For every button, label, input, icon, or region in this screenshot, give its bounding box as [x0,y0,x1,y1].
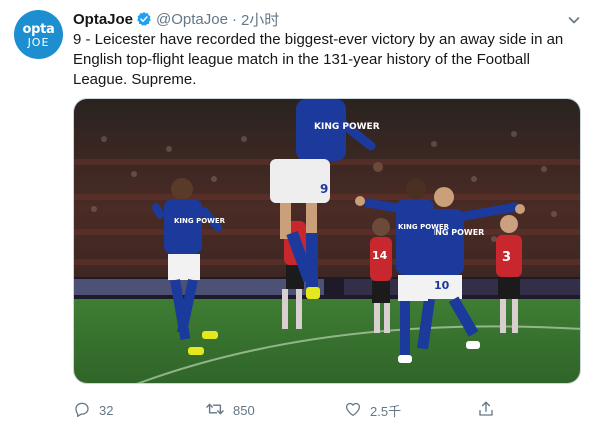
kit-sponsor-centre: KING POWER [314,122,380,132]
avatar-logo-subtext: JOE [27,35,50,49]
display-name[interactable]: OptaJoe [73,11,133,28]
avatar[interactable]: opta JOE [14,10,63,59]
tweet-actions: 32 850 2.5千 [73,399,581,421]
kit-sponsor-left: KING POWER [174,217,226,225]
retweet-count: 850 [233,402,255,418]
heart-icon [344,400,362,421]
reply-count: 32 [99,402,114,418]
retweet-icon [205,400,225,421]
tweet-card[interactable]: opta JOE OptaJoe @OptaJoe · 2小时 9 - Leic… [0,0,595,426]
like-count: 2.5千 [370,403,402,419]
reply-button[interactable]: 32 [73,399,113,421]
share-icon [477,400,495,421]
separator-dot: · [231,10,237,28]
avatar-logo-text: opta [22,21,55,37]
reply-icon [73,400,91,421]
retweet-button[interactable]: 850 [205,399,255,421]
football-celebration-photo: KING POWER KING POWER 9 KING POWER 10 KI… [74,99,580,383]
shirt-number-9: 9 [320,182,328,196]
share-button[interactable] [477,399,495,421]
tweet-text: 9 - Leicester have recorded the biggest-… [73,31,564,88]
kit-sponsor-back: KING POWER [398,223,450,231]
like-button[interactable]: 2.5千 [344,399,401,421]
tweet-header: OptaJoe @OptaJoe · 2小时 [73,9,279,29]
shirt-number-3: 3 [502,250,511,265]
user-handle[interactable]: @OptaJoe [156,11,228,28]
timestamp[interactable]: 2小时 [241,9,279,30]
shirt-number-10: 10 [434,279,450,292]
shirt-number-14: 14 [372,249,388,262]
verified-badge-icon [136,11,152,27]
tweet-photo[interactable]: KING POWER KING POWER 9 KING POWER 10 KI… [73,98,581,384]
chevron-down-icon[interactable] [565,11,583,29]
